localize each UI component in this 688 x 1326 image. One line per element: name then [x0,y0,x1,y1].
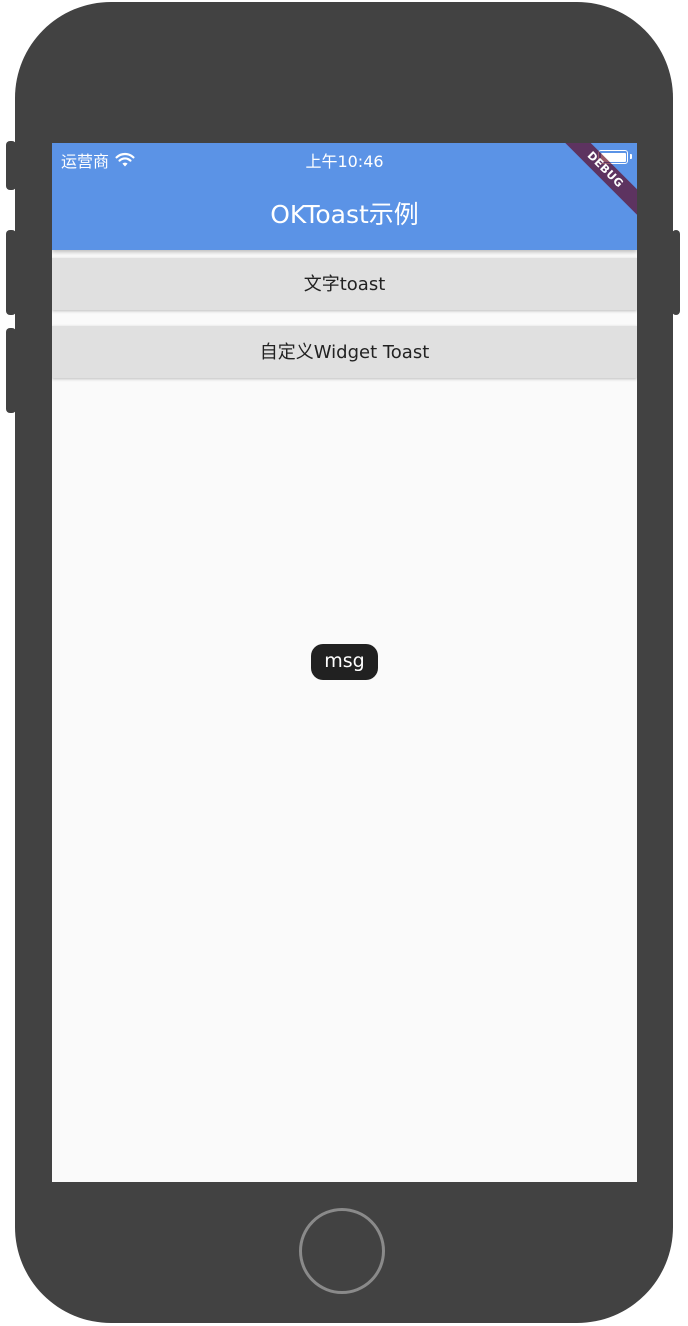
app-bar: 运营商 上午10:46 OKToast示例 [52,143,637,250]
status-bar: 运营商 上午10:46 [52,143,637,173]
custom-widget-toast-button[interactable]: 自定义Widget Toast [52,326,637,378]
home-button[interactable] [299,1208,385,1294]
device-screen: 运营商 上午10:46 OKToast示例 DEBUG 文字toast 自定义W… [52,143,637,1182]
page-title: OKToast示例 [270,200,419,229]
text-toast-button[interactable]: 文字toast [52,258,637,310]
power-button[interactable] [672,230,680,315]
toast-message: msg [311,644,378,680]
battery-tip [630,154,632,159]
status-time: 上午10:46 [305,152,384,171]
